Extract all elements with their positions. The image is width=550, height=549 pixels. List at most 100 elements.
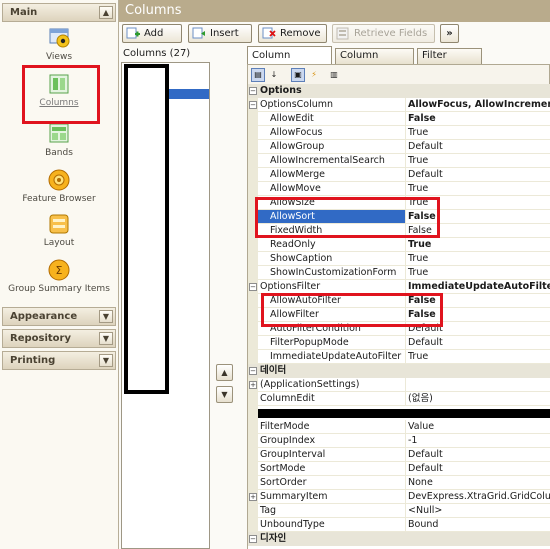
- category-row[interactable]: − 디자인: [248, 532, 550, 546]
- alphabetical-icon[interactable]: ↓: [267, 68, 281, 82]
- category-row[interactable]: − Options: [248, 84, 550, 98]
- chevron-up-icon[interactable]: ▲: [99, 6, 113, 19]
- nav-item-bands[interactable]: Bands: [2, 122, 116, 158]
- property-row[interactable]: UnboundType Bound: [248, 518, 550, 532]
- property-row[interactable]: SortOrder None: [248, 476, 550, 490]
- chevron-down-icon[interactable]: ▼: [99, 354, 113, 367]
- property-value[interactable]: True: [406, 266, 550, 280]
- nav-group-repository[interactable]: Repository ▼: [2, 329, 116, 348]
- columns-list[interactable]: [121, 62, 210, 549]
- retrieve-fields-button[interactable]: Retrieve Fields: [332, 24, 435, 43]
- property-row[interactable]: AllowIncrementalSearch True: [248, 154, 550, 168]
- insert-button[interactable]: Insert: [188, 24, 252, 43]
- property-value[interactable]: -1: [406, 434, 550, 448]
- property-value[interactable]: True: [406, 350, 550, 364]
- list-selection[interactable]: [169, 89, 209, 99]
- remove-button[interactable]: Remove: [258, 24, 327, 43]
- property-row[interactable]: GroupInterval Default: [248, 448, 550, 462]
- property-value[interactable]: False: [406, 112, 550, 126]
- property-value[interactable]: True: [406, 154, 550, 168]
- property-value[interactable]: True: [406, 126, 550, 140]
- property-row[interactable]: −OptionsColumnAllowFocus, AllowIncrement…: [248, 98, 550, 112]
- property-value[interactable]: ImmediateUpdateAutoFilter: [406, 280, 550, 294]
- categorized-icon[interactable]: ▤: [251, 68, 265, 82]
- property-row[interactable]: FilterMode Value: [248, 420, 550, 434]
- property-value[interactable]: False: [406, 210, 550, 224]
- property-value[interactable]: Default: [406, 322, 550, 336]
- property-row[interactable]: AllowGroup Default: [248, 140, 550, 154]
- property-value[interactable]: False: [406, 308, 550, 322]
- property-row[interactable]: AllowFilter False: [248, 308, 550, 322]
- property-value[interactable]: Value: [406, 420, 550, 434]
- property-row[interactable]: AllowSize True: [248, 196, 550, 210]
- nav-group-main[interactable]: Main ▲: [2, 3, 116, 22]
- property-value[interactable]: True: [406, 182, 550, 196]
- expand-icon[interactable]: −: [249, 101, 257, 109]
- property-row[interactable]: ShowInCustomizationForm True: [248, 266, 550, 280]
- property-row[interactable]: − OptionsFilter ImmediateUpdateAutoFilter: [248, 280, 550, 294]
- nav-item-layout[interactable]: Layout: [2, 212, 116, 248]
- collapse-icon[interactable]: −: [249, 87, 257, 95]
- property-row[interactable]: FilterPopupMode Default: [248, 336, 550, 350]
- property-grid[interactable]: − Options − OptionsColumn AllowFocus, AllowI…: [247, 84, 550, 549]
- property-row[interactable]: +SummaryItemDevExpress.XtraGrid.GridColu…: [248, 490, 550, 504]
- property-row[interactable]: AutoFilterCondition Default: [248, 322, 550, 336]
- nav-item-views[interactable]: Views: [2, 26, 116, 62]
- category-row[interactable]: − 데이터: [248, 364, 550, 378]
- property-row[interactable]: AllowEdit False: [248, 112, 550, 126]
- property-row[interactable]: AllowFocus True: [248, 126, 550, 140]
- property-value[interactable]: Bound: [406, 518, 550, 532]
- property-row[interactable]: + (ApplicationSettings): [248, 378, 550, 392]
- property-value[interactable]: Default: [406, 336, 550, 350]
- expand-icon[interactable]: +: [249, 381, 257, 389]
- property-row[interactable]: GroupIndex -1: [248, 434, 550, 448]
- property-row[interactable]: AllowSort False: [248, 210, 550, 224]
- nav-item-feature-browser[interactable]: Feature Browser: [2, 168, 116, 204]
- move-up-button[interactable]: ▲: [216, 364, 233, 381]
- property-row[interactable]: AllowMerge Default: [248, 168, 550, 182]
- chevron-down-icon[interactable]: ▼: [99, 332, 113, 345]
- property-row[interactable]: AllowMove True: [248, 182, 550, 196]
- property-row[interactable]: ImmediateUpdateAutoFilter True: [248, 350, 550, 364]
- property-value[interactable]: None: [406, 476, 550, 490]
- property-value[interactable]: True: [406, 196, 550, 210]
- more-button[interactable]: »: [440, 24, 459, 43]
- property-value[interactable]: DevExpress.XtraGrid.GridColumnSummaryIte…: [406, 490, 550, 504]
- property-value[interactable]: Default: [406, 168, 550, 182]
- properties-icon[interactable]: ▣: [291, 68, 305, 82]
- chevron-down-icon[interactable]: ▼: [99, 310, 113, 323]
- property-value[interactable]: AllowFocus, AllowIncrementalSearch: [406, 98, 550, 112]
- property-value[interactable]: Default: [406, 462, 550, 476]
- property-row[interactable]: ReadOnly True: [248, 238, 550, 252]
- tab-column-options[interactable]: Column options: [335, 48, 414, 75]
- move-down-button[interactable]: ▼: [216, 386, 233, 403]
- nav-group-appearance[interactable]: Appearance ▼: [2, 307, 116, 326]
- nav-group-printing[interactable]: Printing ▼: [2, 351, 116, 370]
- property-value[interactable]: True: [406, 252, 550, 266]
- events-icon[interactable]: ⚡: [307, 68, 321, 82]
- property-value[interactable]: False: [406, 224, 550, 238]
- property-value[interactable]: False: [406, 294, 550, 308]
- add-button[interactable]: Add: [122, 24, 182, 43]
- collapse-icon[interactable]: −: [249, 535, 257, 543]
- property-row[interactable]: AllowAutoFilter False: [248, 294, 550, 308]
- tab-column-properties[interactable]: Column properties: [247, 46, 332, 78]
- nav-item-group-summary-items[interactable]: Σ Group Summary Items: [2, 258, 116, 294]
- property-value[interactable]: Default: [406, 448, 550, 462]
- property-row[interactable]: ShowCaption True: [248, 252, 550, 266]
- property-row[interactable]: ColumnEdit (없음): [248, 392, 550, 406]
- property-value[interactable]: <Null>: [406, 504, 550, 518]
- expand-icon[interactable]: +: [249, 493, 257, 501]
- property-pages-icon[interactable]: ▥: [327, 68, 341, 82]
- property-value[interactable]: True: [406, 238, 550, 252]
- property-row[interactable]: SortMode Default: [248, 462, 550, 476]
- property-value[interactable]: [406, 378, 550, 392]
- nav-item-columns[interactable]: Columns: [2, 72, 116, 108]
- property-row[interactable]: Tag <Null>: [248, 504, 550, 518]
- property-value[interactable]: Default: [406, 140, 550, 154]
- property-value[interactable]: (없음): [406, 392, 550, 406]
- expand-icon[interactable]: −: [249, 283, 257, 291]
- property-row[interactable]: FixedWidth False: [248, 224, 550, 238]
- tab-filter-options[interactable]: Filter options: [417, 48, 482, 75]
- collapse-icon[interactable]: −: [249, 367, 257, 375]
